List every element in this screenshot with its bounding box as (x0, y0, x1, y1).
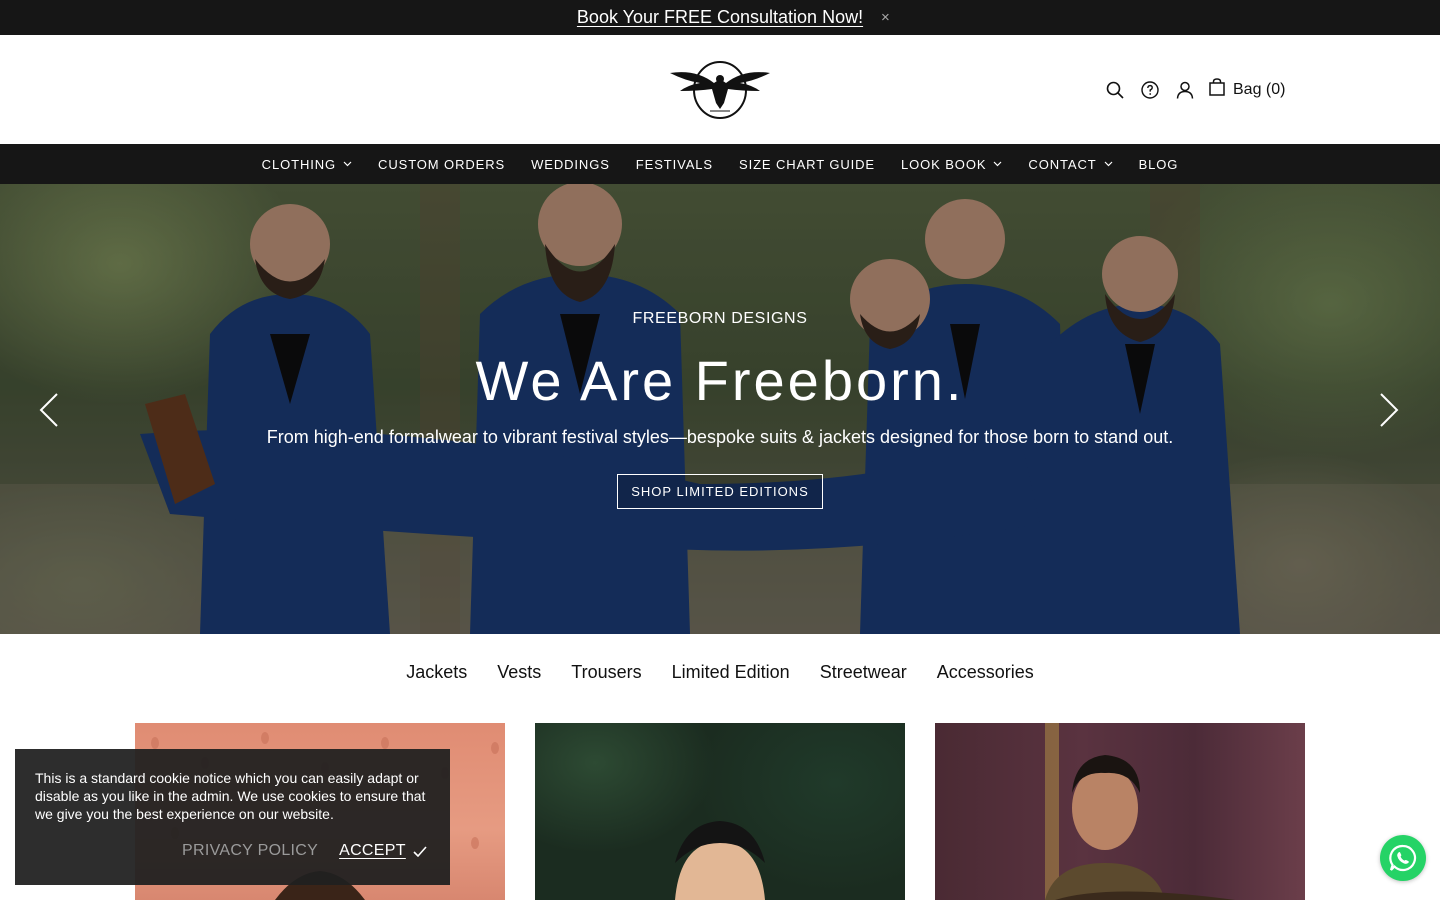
cookie-notice: This is a standard cookie notice which y… (15, 749, 450, 885)
product-image (1045, 723, 1235, 900)
category-accessories[interactable]: Accessories (937, 662, 1034, 683)
category-streetwear[interactable]: Streetwear (820, 662, 907, 683)
header-icons: Bag (0) (1104, 78, 1285, 101)
announcement-bar: Book Your FREE Consultation Now! × (0, 0, 1440, 35)
nav-label: SIZE CHART GUIDE (739, 156, 875, 172)
bag-icon (1209, 78, 1225, 101)
nav-label: CUSTOM ORDERS (378, 156, 506, 172)
hero-slider: FREEBORN DESIGNS We Are Freeborn. From h… (0, 184, 1440, 634)
nav-item-weddings[interactable]: WEDDINGS (531, 157, 610, 172)
account-icon[interactable] (1174, 79, 1196, 101)
main-nav: CLOTHING CUSTOM ORDERS WEDDINGS FESTIVAL… (0, 144, 1440, 184)
nav-label: LOOK BOOK (901, 156, 987, 172)
nav-item-clothing[interactable]: CLOTHING (262, 157, 352, 172)
cookie-actions: PRIVACY POLICY ACCEPT (182, 842, 427, 860)
next-slide-arrow-icon[interactable] (1378, 392, 1400, 428)
nav-label: CLOTHING (261, 156, 337, 172)
check-icon (413, 845, 427, 857)
product-image (675, 821, 765, 900)
bag-button[interactable]: Bag (0) (1209, 78, 1285, 101)
nav-item-blog[interactable]: BLOG (1139, 157, 1179, 172)
category-trousers[interactable]: Trousers (571, 662, 641, 683)
prev-slide-arrow-icon[interactable] (38, 392, 60, 428)
whatsapp-icon (1389, 844, 1417, 872)
nav-item-size-chart[interactable]: SIZE CHART GUIDE (739, 157, 875, 172)
site-header: Bag (0) (0, 35, 1440, 144)
nav-item-custom-orders[interactable]: CUSTOM ORDERS (378, 157, 505, 172)
nav-item-look-book[interactable]: LOOK BOOK (901, 157, 1002, 172)
nav-label: FESTIVALS (635, 156, 713, 172)
close-icon[interactable]: × (881, 9, 890, 26)
nav-label: WEDDINGS (531, 156, 610, 172)
consultation-link[interactable]: Book Your FREE Consultation Now! (577, 7, 863, 28)
privacy-policy-link[interactable]: PRIVACY POLICY (182, 842, 318, 860)
chevron-down-icon (993, 161, 1002, 167)
chevron-down-icon (343, 161, 352, 167)
category-tabs: Jackets Vests Trousers Limited Edition S… (0, 662, 1440, 683)
category-vests[interactable]: Vests (497, 662, 541, 683)
nav-item-festivals[interactable]: FESTIVALS (636, 157, 713, 172)
cookie-text: This is a standard cookie notice which y… (35, 770, 426, 822)
freeborn-logo[interactable] (668, 59, 772, 121)
hero-eyebrow: FREEBORN DESIGNS (632, 310, 808, 327)
help-icon[interactable] (1139, 79, 1161, 101)
hero-title: We Are Freeborn. (475, 349, 965, 412)
product-card[interactable] (935, 723, 1305, 900)
bag-label: Bag (0) (1233, 80, 1286, 98)
nav-label: BLOG (1138, 156, 1179, 172)
whatsapp-chat-button[interactable] (1380, 835, 1426, 881)
shop-limited-editions-button[interactable]: SHOP LIMITED EDITIONS (617, 474, 823, 509)
nav-label: CONTACT (1028, 156, 1097, 172)
search-icon[interactable] (1104, 79, 1126, 101)
hero-subtitle: From high-end formalwear to vibrant fest… (266, 427, 1174, 447)
nav-item-contact[interactable]: CONTACT (1028, 156, 1113, 172)
category-limited-edition[interactable]: Limited Edition (672, 662, 790, 683)
chevron-down-icon (1104, 161, 1113, 167)
accept-button[interactable]: ACCEPT (339, 842, 406, 860)
category-jackets[interactable]: Jackets (406, 662, 467, 683)
product-card[interactable] (535, 723, 905, 900)
